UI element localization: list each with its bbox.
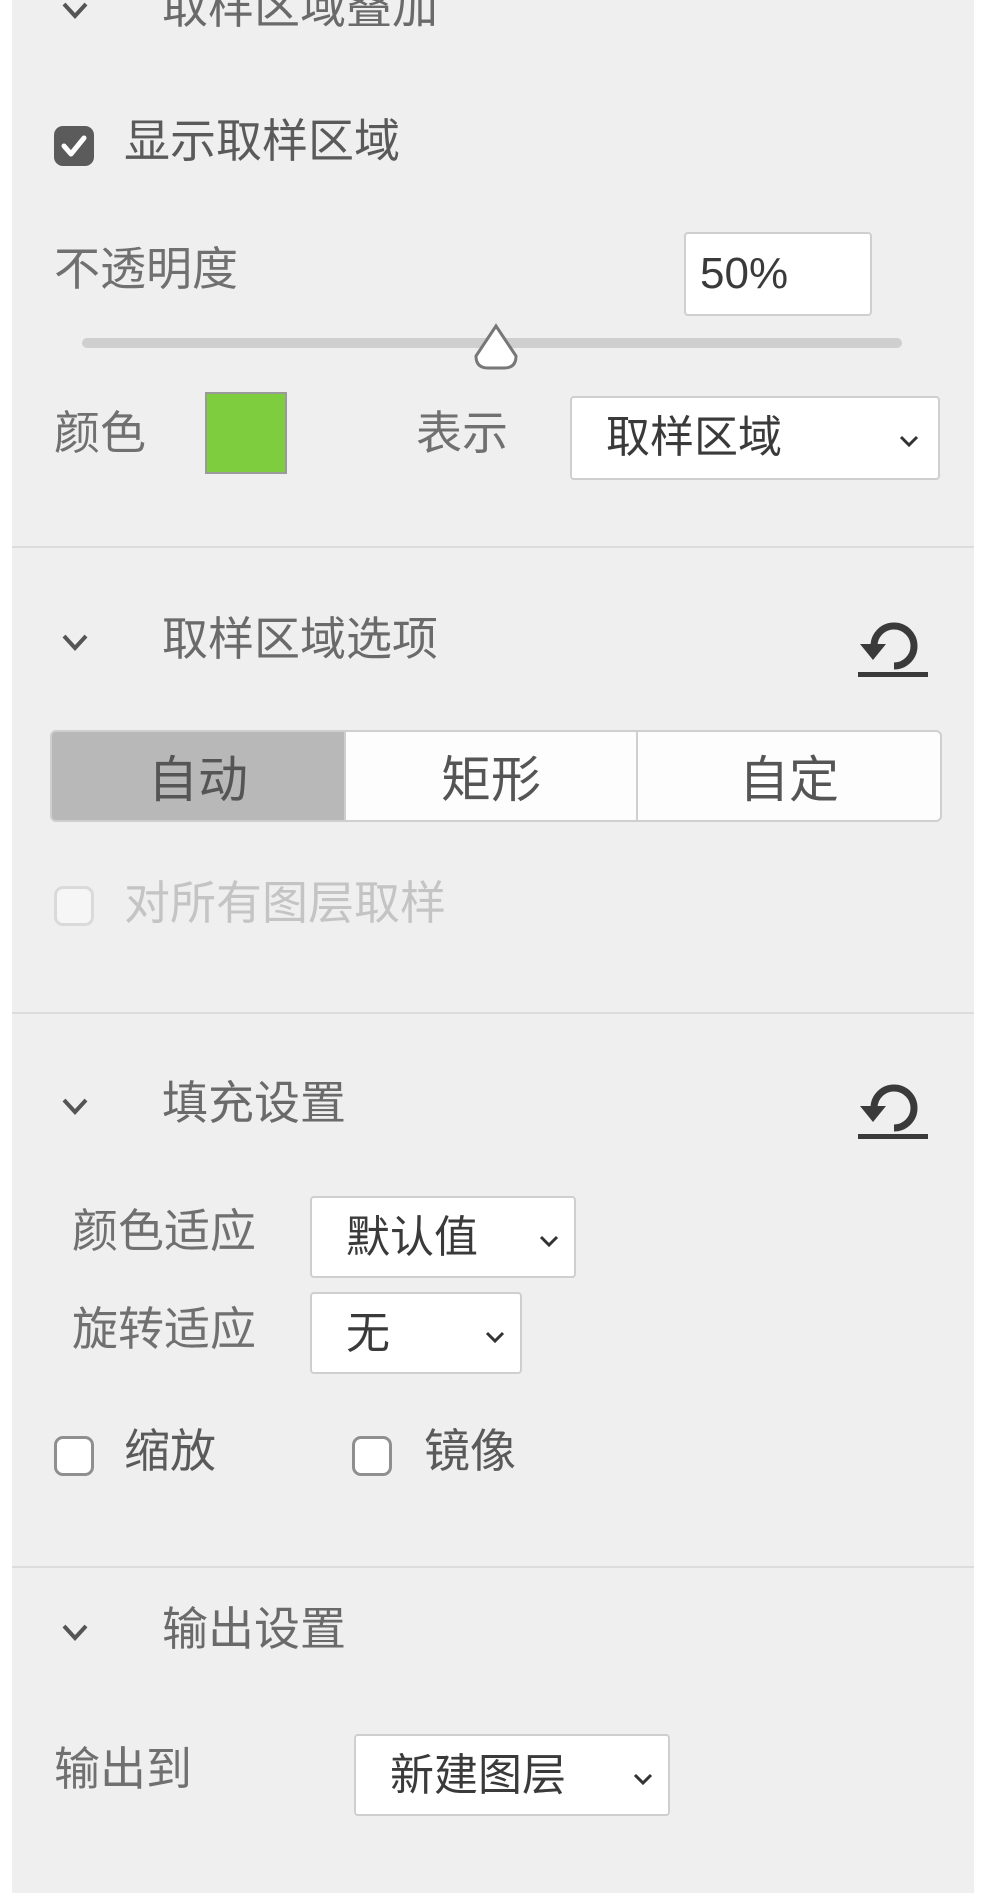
mirror-label: 镜像 <box>424 1424 516 1478</box>
section-title-overlay: 取样区域叠加 <box>162 0 438 34</box>
sample-all-layers-checkbox[interactable] <box>54 886 94 926</box>
scale-label: 缩放 <box>124 1424 216 1478</box>
chevron-down-icon[interactable] <box>58 0 92 34</box>
scale-checkbox[interactable] <box>54 1436 94 1476</box>
check-icon <box>61 135 87 157</box>
section-divider <box>12 1012 974 1014</box>
chevron-down-icon[interactable] <box>58 1090 92 1124</box>
display-label: 表示 <box>416 406 508 460</box>
section-title-sampling: 取样区域选项 <box>162 612 438 666</box>
mode-rectangle-button[interactable]: 矩形 <box>344 730 638 822</box>
rotation-adapt-dropdown[interactable]: 无 <box>310 1292 522 1374</box>
section-divider <box>12 1566 974 1568</box>
color-adapt-label: 颜色适应 <box>72 1204 256 1258</box>
mode-auto-button[interactable]: 自动 <box>50 730 346 822</box>
color-adapt-dropdown[interactable]: 默认值 <box>310 1196 576 1278</box>
chevron-down-icon[interactable] <box>58 626 92 660</box>
chevron-down-icon[interactable] <box>58 1616 92 1650</box>
color-label: 颜色 <box>54 406 146 460</box>
opacity-label: 不透明度 <box>54 242 238 296</box>
color-swatch[interactable] <box>205 392 287 474</box>
output-to-value: 新建图层 <box>390 1750 566 1801</box>
reset-icon[interactable] <box>856 1072 930 1142</box>
mirror-checkbox[interactable] <box>352 1436 392 1476</box>
chevron-down-icon <box>899 435 919 448</box>
chevron-down-icon <box>633 1773 653 1786</box>
display-dropdown-value: 取样区域 <box>606 412 782 463</box>
color-adapt-value: 默认值 <box>346 1212 478 1263</box>
mode-custom-button[interactable]: 自定 <box>636 730 942 822</box>
section-divider <box>12 546 974 548</box>
rotation-adapt-value: 无 <box>346 1308 390 1359</box>
display-dropdown[interactable]: 取样区域 <box>570 396 940 480</box>
sample-all-layers-label: 对所有图层取样 <box>124 876 446 930</box>
show-sampling-area-label: 显示取样区域 <box>124 114 400 168</box>
output-to-label: 输出到 <box>54 1742 192 1796</box>
opacity-input[interactable]: 50% <box>684 232 872 316</box>
content-aware-fill-panel: 取样区域叠加 显示取样区域 不透明度 50% 颜色 表示 取样区域 取样区域选项… <box>12 0 974 1893</box>
section-title-fill: 填充设置 <box>162 1076 346 1130</box>
section-title-output: 输出设置 <box>162 1602 346 1656</box>
show-sampling-area-checkbox[interactable] <box>54 126 94 166</box>
reset-icon[interactable] <box>856 610 930 680</box>
opacity-value: 50% <box>700 249 789 298</box>
rotation-adapt-label: 旋转适应 <box>72 1302 256 1356</box>
chevron-down-icon <box>539 1235 559 1248</box>
output-to-dropdown[interactable]: 新建图层 <box>354 1734 670 1816</box>
opacity-slider-handle[interactable] <box>470 322 522 374</box>
chevron-down-icon <box>485 1331 505 1344</box>
